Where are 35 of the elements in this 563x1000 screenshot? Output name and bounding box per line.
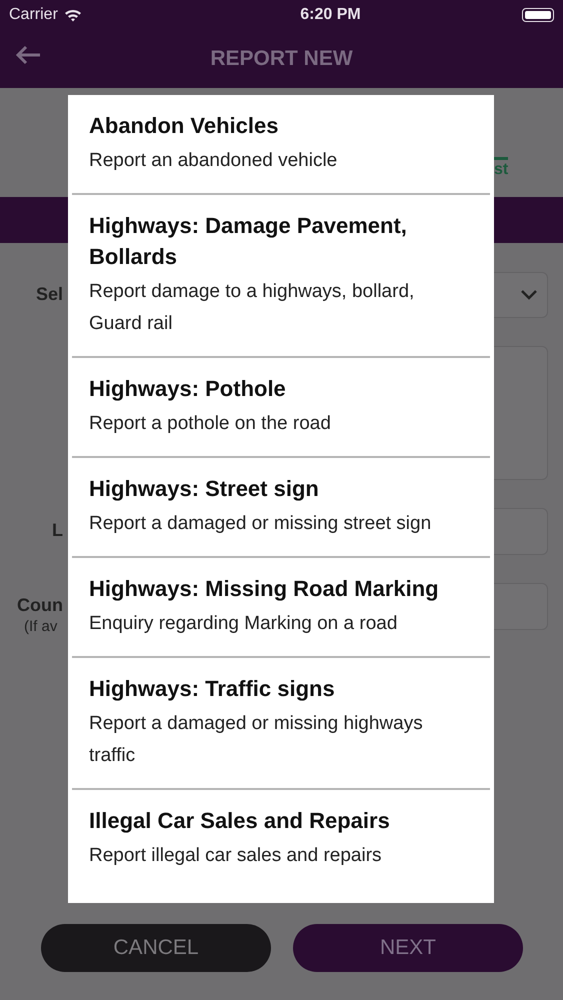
option-item[interactable]: Highways: Damage Pavement, Bollards Report damage to a highways, bollard, Guard rail [72,193,490,356]
battery-icon [522,8,554,22]
cancel-button[interactable]: CANCEL [41,924,271,972]
option-description: Report a pothole on the road [89,412,332,436]
option-item[interactable]: Highways: Missing Road Marking Enquiry regarding Marking on a road [72,556,490,656]
option-item[interactable]: Illegal Car Sales and Repairs Report illegal car sales and repairs [72,788,490,888]
tab-label: st [494,160,508,180]
clock-time: 6:20 PM [299,5,362,25]
option-item[interactable]: Highways: Pothole Report a pothole on the road [72,356,490,456]
screen-title: REPORT NEW [210,46,353,72]
option-description: Report a damaged or missing street sign [89,512,432,536]
field-label: Coun [17,594,63,617]
field-label: L [52,519,63,542]
option-title: Highways: Traffic signs [89,675,336,703]
option-description: Report a damaged or missing highways traffic [89,712,424,768]
option-title: Highways: Damage Pavement, Bollards [89,212,408,271]
option-item[interactable]: Abandon Vehicles Report an abandoned vehicle [72,95,490,193]
option-title: Abandon Vehicles [89,112,280,140]
chevron-down-icon [521,290,537,300]
option-item[interactable]: Highways: Traffic signs Report a damaged or missing highways traffic [72,656,490,788]
option-title: Illegal Car Sales and Repairs [89,807,391,835]
option-title: Highways: Pothole [89,375,287,403]
option-description: Enquiry regarding Marking on a road [89,612,398,636]
option-description: Report illegal car sales and repairs [89,844,383,868]
next-button[interactable]: NEXT [293,924,523,972]
option-item[interactable]: Highways: Street sign Report a damaged or missing street sign [72,456,490,556]
option-title: Highways: Street sign [89,475,320,503]
option-description: Report damage to a highways, bollard, Guard rail [89,280,416,336]
field-label: Sel [36,283,64,306]
carrier-label: Carrier [9,5,58,25]
wifi-icon [64,8,82,22]
field-hint: (If av [24,617,58,637]
option-description: Report an abandoned vehicle [89,149,338,173]
option-title: Highways: Missing Road Marking [89,575,440,603]
back-arrow-icon[interactable] [15,45,41,65]
